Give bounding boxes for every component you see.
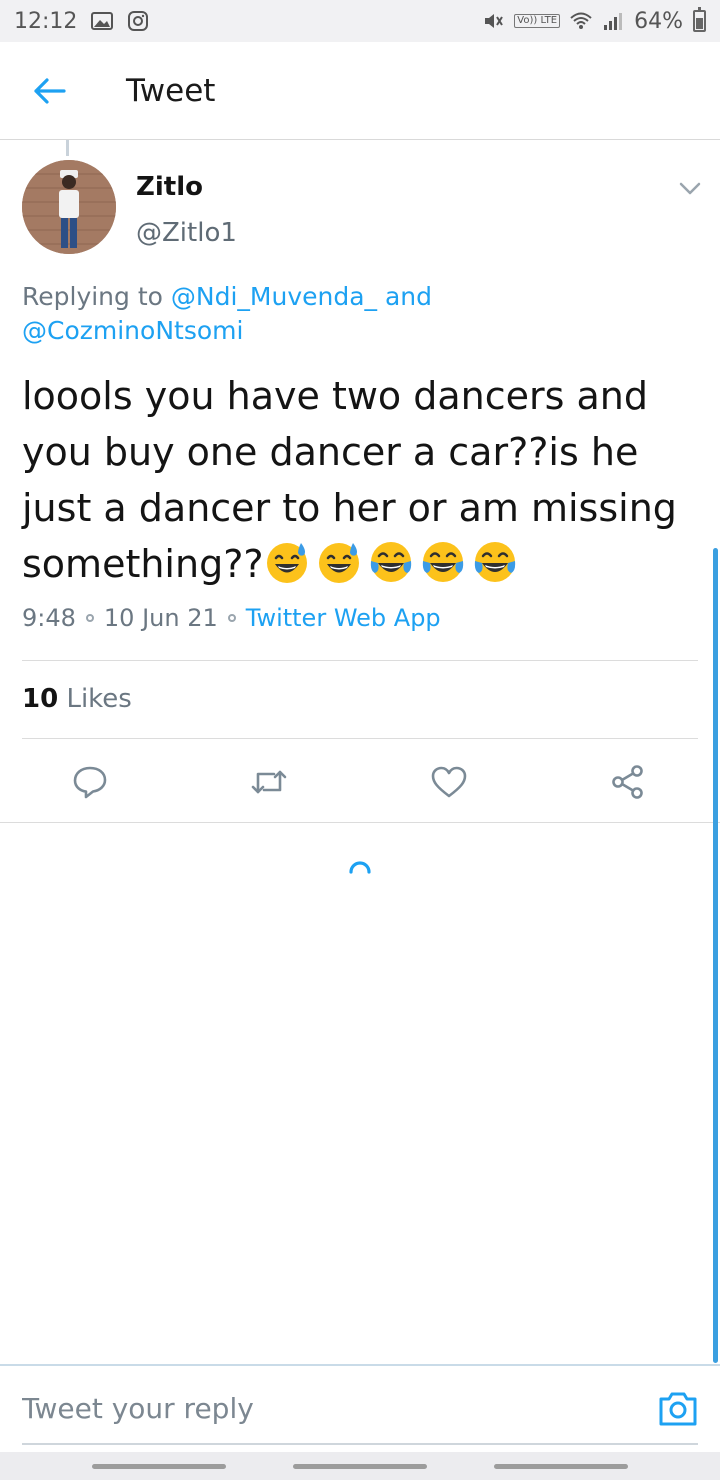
likes-count: 10 [22,684,59,714]
like-button[interactable] [427,760,471,804]
app-header: Tweet [0,42,720,140]
divider [22,660,698,661]
status-bar: 12:12 Vo)) LTE 64% [0,0,720,42]
reply-mention-1[interactable]: @Ndi_Muvenda_ [171,282,377,311]
tears-of-joy-emoji-icon [474,542,515,582]
nav-back-button[interactable] [494,1464,628,1469]
sweat-smile-emoji-icon [266,543,307,583]
reply-icon [73,766,107,799]
avatar-photo [22,160,116,254]
tweet-text: loools you have two dancers and you buy … [22,368,702,592]
tears-of-joy-emoji-icon [422,542,463,582]
back-button[interactable] [20,61,80,121]
battery-icon [693,7,706,32]
reply-input-underline [22,1443,698,1445]
reply-button[interactable] [68,760,112,804]
likes-count-link[interactable]: 10 Likes [22,684,132,714]
tweet-actions [0,752,720,812]
reply-bar [0,1364,720,1446]
instagram-icon [128,11,149,31]
tweet-meta: 9:48 10 Jun 21 Twitter Web App [22,604,441,632]
reply-input[interactable] [22,1386,622,1430]
share-icon [612,765,643,799]
status-time: 12:12 [14,8,78,34]
page-title: Tweet [126,72,216,109]
sweat-smile-emoji-icon [318,543,359,583]
replying-prefix: Replying to [22,282,171,311]
divider [0,822,720,823]
volte-lte-indicator: Vo)) LTE [514,14,561,28]
separator-dot [85,614,94,622]
share-button[interactable] [606,760,650,804]
signal-icon [604,13,623,30]
retweet-button[interactable] [247,760,291,804]
replying-and: and [377,282,433,311]
retweet-icon [251,770,287,794]
tweet-emojis [264,542,524,586]
wifi-icon [570,12,592,29]
tweet-source[interactable]: Twitter Web App [246,604,441,632]
likes-label: Likes [66,684,132,714]
divider [22,738,698,739]
thread-connector [66,140,69,156]
author-handle[interactable]: @Zitlo1 [136,218,237,248]
camera-icon[interactable] [657,1388,699,1428]
reply-mention-2[interactable]: @CozminoNtsomi [22,316,243,345]
avatar[interactable] [22,160,116,254]
battery-percent: 64% [634,8,683,34]
arrow-left-icon [34,77,66,104]
scrollbar[interactable] [713,548,718,1363]
nav-home-button[interactable] [293,1464,427,1469]
gallery-icon [91,12,114,30]
mute-icon [485,14,504,28]
tweet-time: 9:48 [22,604,76,632]
separator-dot [227,614,236,622]
loading-spinner-icon [349,861,371,874]
tweet-date: 10 Jun 21 [103,604,218,632]
tears-of-joy-emoji-icon [370,542,411,582]
nav-recents-button[interactable] [92,1464,226,1469]
chevron-down-icon[interactable] [676,176,704,200]
author-name[interactable]: Zitlo [136,172,203,202]
replying-to: Replying to @Ndi_Muvenda_ and @CozminoNt… [22,280,702,348]
heart-icon [431,766,467,798]
system-nav-bar [0,1452,720,1480]
